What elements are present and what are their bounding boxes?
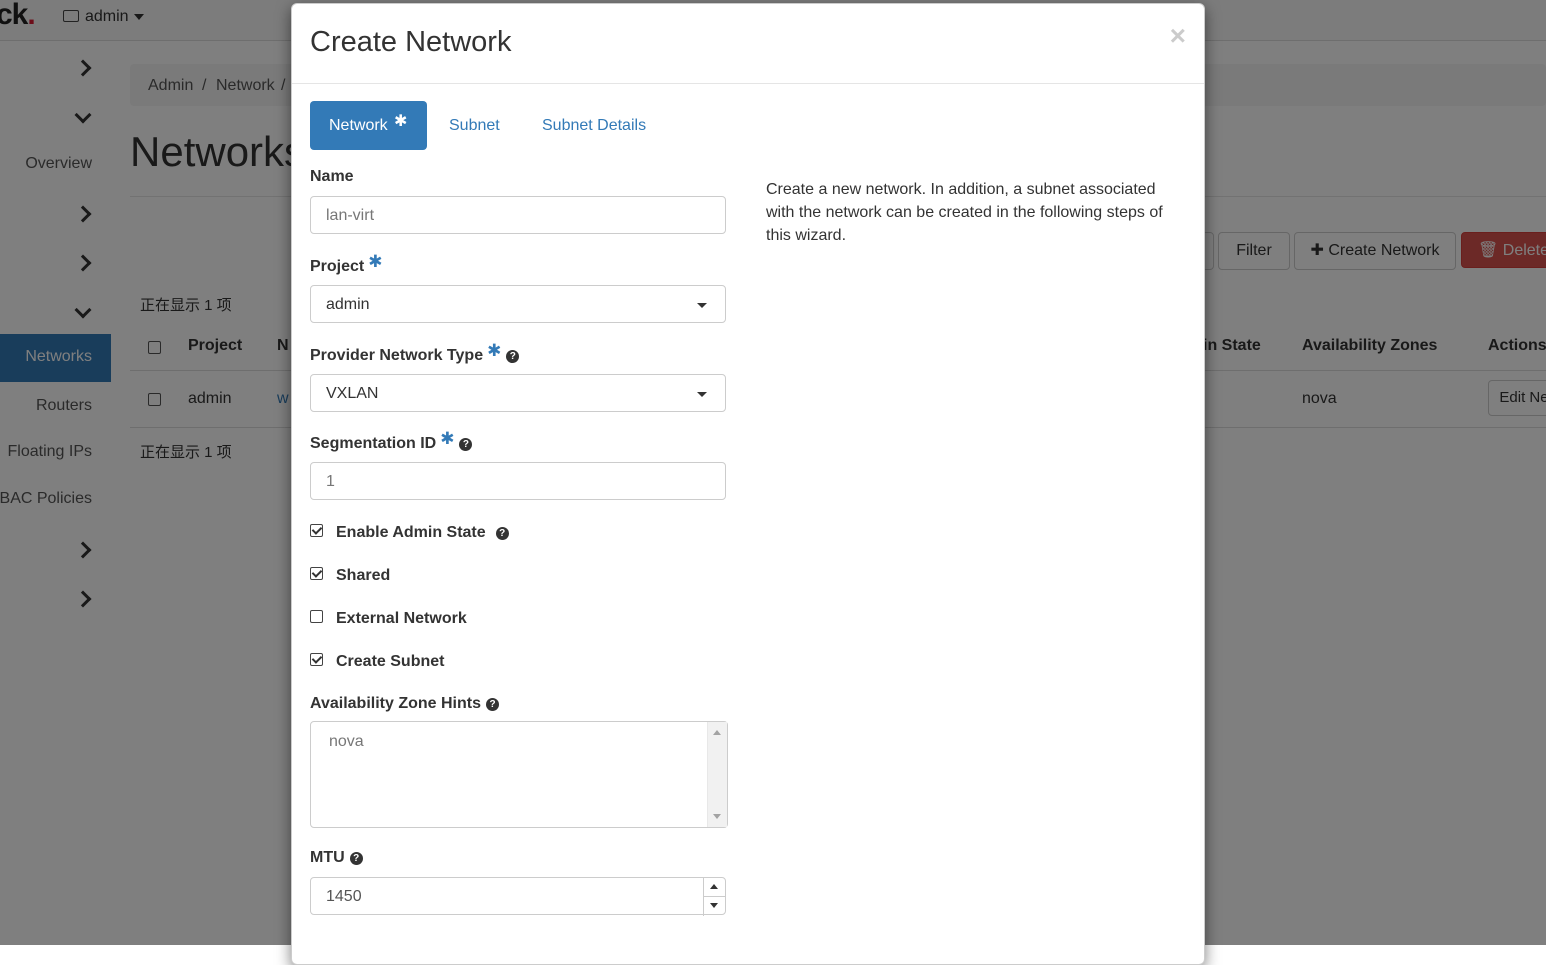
checkbox-checked-icon[interactable]	[310, 653, 323, 667]
close-icon[interactable]: ×	[1170, 20, 1186, 52]
list-item[interactable]: nova	[329, 733, 364, 751]
increment-icon[interactable]	[704, 878, 725, 897]
project-label: Project ✱	[310, 252, 383, 275]
help-icon[interactable]: ?	[349, 852, 363, 865]
caret-down-icon	[697, 392, 707, 397]
required-icon: ✱	[394, 113, 408, 130]
mtu-stepper[interactable]	[703, 878, 725, 916]
external-network-checkbox[interactable]: External Network	[310, 610, 467, 628]
tab-network[interactable]: Network ✱	[310, 101, 427, 150]
tab-subnet[interactable]: Subnet	[449, 117, 500, 135]
required-icon: ✱	[487, 341, 502, 360]
create-subnet-checkbox[interactable]: Create Subnet	[310, 653, 444, 671]
decrement-icon[interactable]	[704, 897, 725, 915]
availability-zone-hints-multiselect[interactable]: nova	[310, 721, 728, 828]
scrollbar[interactable]	[707, 722, 727, 827]
enable-admin-state-checkbox[interactable]: Enable Admin State?	[310, 524, 509, 542]
required-icon: ✱	[440, 429, 455, 448]
name-label: Name	[310, 168, 354, 185]
required-icon: ✱	[368, 252, 383, 271]
help-icon[interactable]: ?	[506, 350, 520, 363]
caret-down-icon	[697, 303, 707, 308]
help-icon[interactable]: ?	[486, 698, 499, 711]
help-icon[interactable]: ?	[459, 438, 473, 451]
mtu-input[interactable]: 1450	[310, 877, 726, 916]
availability-zone-hints-label: Availability Zone Hints?	[310, 695, 499, 713]
checkbox-checked-icon[interactable]	[310, 524, 323, 538]
modal-header: Create Network ×	[292, 4, 1204, 84]
mtu-label: MTU?	[310, 849, 363, 867]
segmentation-id-input[interactable]: 1	[310, 462, 726, 500]
wizard-description: Create a new network. In addition, a sub…	[766, 181, 1163, 244]
project-select[interactable]: admin	[310, 285, 726, 323]
scroll-up-icon[interactable]	[713, 730, 721, 735]
help-icon[interactable]: ?	[495, 527, 509, 540]
shared-checkbox[interactable]: Shared	[310, 567, 390, 585]
scroll-down-icon[interactable]	[713, 814, 721, 819]
name-input[interactable]: lan-virt	[310, 196, 726, 234]
provider-network-type-label: Provider Network Type ✱?	[310, 341, 520, 365]
tab-subnet-details[interactable]: Subnet Details	[542, 117, 646, 135]
provider-network-type-select[interactable]: VXLAN	[310, 374, 726, 412]
checkbox-unchecked-icon[interactable]	[310, 610, 323, 624]
segmentation-id-label: Segmentation ID ✱?	[310, 429, 473, 453]
checkbox-checked-icon[interactable]	[310, 567, 323, 581]
modal-title: Create Network	[310, 26, 512, 58]
create-network-modal: Create Network × Network ✱ Subnet Subnet…	[291, 3, 1205, 965]
